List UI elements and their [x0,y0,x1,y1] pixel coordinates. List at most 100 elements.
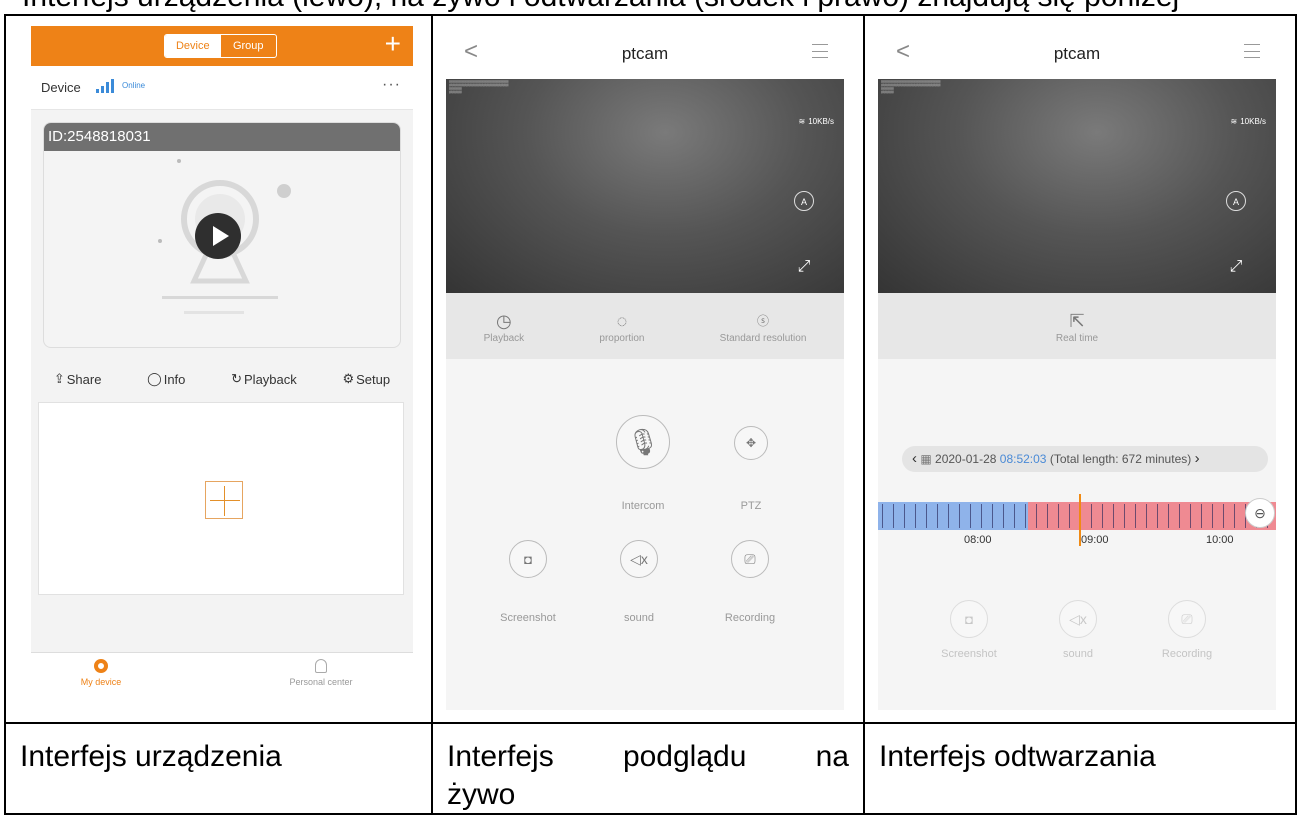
video-record-icon: ⎚ [1181,610,1193,627]
playback-button[interactable]: ↻ Playback [231,371,297,387]
timeline-tick [970,504,971,528]
camera-icon: ◘ [524,551,532,567]
live-toolbar: ◷ Playback ◌ proportion ⓢ Standard resoluti… [446,293,844,359]
realtime-button[interactable]: ⇱ Real time [1056,309,1098,344]
status-badge: Online [122,81,146,90]
timeline-tick [1212,504,1213,528]
rotate-icon[interactable]: A [1226,191,1246,211]
ptz-button[interactable]: ✥ [734,426,768,460]
tick-label: 08:00 [964,534,992,546]
intercom-label: Intercom [621,500,665,512]
setup-button[interactable]: ⚙ Setup [342,371,390,387]
timeline-tick [1135,504,1136,528]
timeline-tick [882,504,883,528]
fullscreen-icon[interactable]: ⤢ [794,257,814,277]
mute-icon: ◁x [630,550,648,567]
sound-label: sound [624,612,654,624]
share-button[interactable]: ⇪ Share [54,371,102,387]
timeline-tick [948,504,949,528]
caption-playback: Interfejs odtwarzania [863,722,1297,815]
timeline-tick [915,504,916,528]
recording-timeline[interactable] [878,502,1276,530]
share-icon: ⇪ [53,371,65,386]
device-row: Device Online ··· [31,66,413,110]
sound-button[interactable]: ◁x [620,540,658,578]
rotate-icon[interactable]: A [794,191,814,211]
screenshot-button[interactable]: ◘ [950,600,988,638]
timeline-tick [1047,504,1048,528]
device-screen: Device Group + Device Online ··· ID:2548… [31,26,413,710]
microphone-icon: 🎙︎ [626,426,660,457]
device-group-toggle: Device Group [164,34,277,58]
page-title: ptcam [621,44,669,63]
timeline-tick [1036,504,1037,528]
playback-tool-button[interactable]: ◷ Playback [484,309,525,344]
play-icon[interactable] [195,213,241,259]
wifi-icon: ≋ [798,117,806,126]
device-screen-cell: Device Group + Device Online ··· ID:2548… [4,14,433,724]
plus-icon[interactable]: + [385,30,401,58]
timeline-tick [1234,504,1235,528]
total-length-text: (Total length: 672 minutes) [1049,452,1192,466]
tab-group[interactable]: Group [221,35,277,57]
date-text: 2020-01-28 [935,452,997,466]
tab-personal-center[interactable]: Personal center [261,659,381,687]
screenshot-table: Device Group + Device Online ··· ID:2548… [4,14,1297,815]
zoom-out-icon[interactable]: ⊖ [1245,498,1275,528]
proportion-tool-button[interactable]: ◌ proportion [599,309,644,344]
timeline-tick [1014,504,1015,528]
recording-label: Recording [1161,648,1213,660]
timeline-tick [1168,504,1169,528]
chevron-left-icon[interactable]: ‹ [912,450,917,467]
camera-card[interactable]: ID:2548818031 [43,122,401,348]
timeline-tick [959,504,960,528]
video-timestamp-overlay: ▒▒▒▒▒▒▒▒▒▒▒▒▒▒ ▒▒▒ [449,81,509,94]
intercom-button[interactable]: 🎙︎ [616,415,670,469]
device-actions: ⇪ Share ◯ Info ↻ Playback ⚙ Setup [31,359,413,399]
nav-bar: < ptcam [878,30,1276,79]
timeline-tick [1223,504,1224,528]
menu-icon[interactable] [1244,44,1260,58]
timeline-tick [981,504,982,528]
timeline-tick [1003,504,1004,528]
info-button[interactable]: ◯ Info [147,371,185,387]
sound-button[interactable]: ◁x [1059,600,1097,638]
page-title: ptcam [1053,44,1101,63]
fullscreen-icon[interactable]: ⤢ [1226,257,1246,277]
camera-icon [94,659,108,673]
timeline-tick [893,504,894,528]
bottom-tab-bar: My device Personal center [31,652,413,710]
timeline-tick [926,504,927,528]
video-timestamp-overlay: ▒▒▒▒▒▒▒▒▒▒▒▒▒▒ ▒▒▒ [881,81,941,94]
resolution-tool-button[interactable]: ⓢ Standard resolution [720,309,807,344]
wifi-indicator: ≋ 10KB/s [1230,117,1267,126]
info-icon: ◯ [147,371,162,386]
calendar-icon[interactable]: ▦ [920,452,931,466]
video-view[interactable]: ▒▒▒▒▒▒▒▒▒▒▒▒▒▒ ▒▒▒ ≋ 10KB/s A ⤢ [878,79,1276,293]
timeline-tick [1069,504,1070,528]
tab-device[interactable]: Device [165,35,221,57]
tick-label: 09:00 [1081,534,1109,546]
chevron-right-icon[interactable]: › [1195,450,1200,467]
screenshot-label: Screenshot [500,612,556,624]
camera-id: ID:2548818031 [44,123,400,151]
timeline-tick [1157,504,1158,528]
more-icon[interactable]: ··· [382,76,401,94]
nav-bar: < ptcam [446,30,844,79]
add-device-button[interactable] [205,481,243,519]
tab-my-device[interactable]: My device [41,659,161,687]
screenshot-button[interactable]: ◘ [509,540,547,578]
app-header: Device Group + [31,26,413,66]
recording-button[interactable]: ⎚ [1168,600,1206,638]
playback-screen-cell: < ptcam ▒▒▒▒▒▒▒▒▒▒▒▒▒▒ ▒▒▒ ≋ 10KB/s A ⤢ ⇱ R… [863,14,1297,724]
timeline-segment-blue [878,502,1028,530]
menu-icon[interactable] [812,44,828,58]
video-view[interactable]: ▒▒▒▒▒▒▒▒▒▒▒▒▒▒ ▒▒▒ ≋ 10KB/s A ⤢ [446,79,844,293]
recording-button[interactable]: ⎚ [731,540,769,578]
time-text: 08:52:03 [999,452,1047,466]
screenshot-label: Screenshot [941,648,997,660]
cursor-icon: ⇱ [1069,310,1085,331]
timeline-tick [1091,504,1092,528]
recording-label: Recording [724,612,776,624]
tick-label: 10:00 [1206,534,1234,546]
